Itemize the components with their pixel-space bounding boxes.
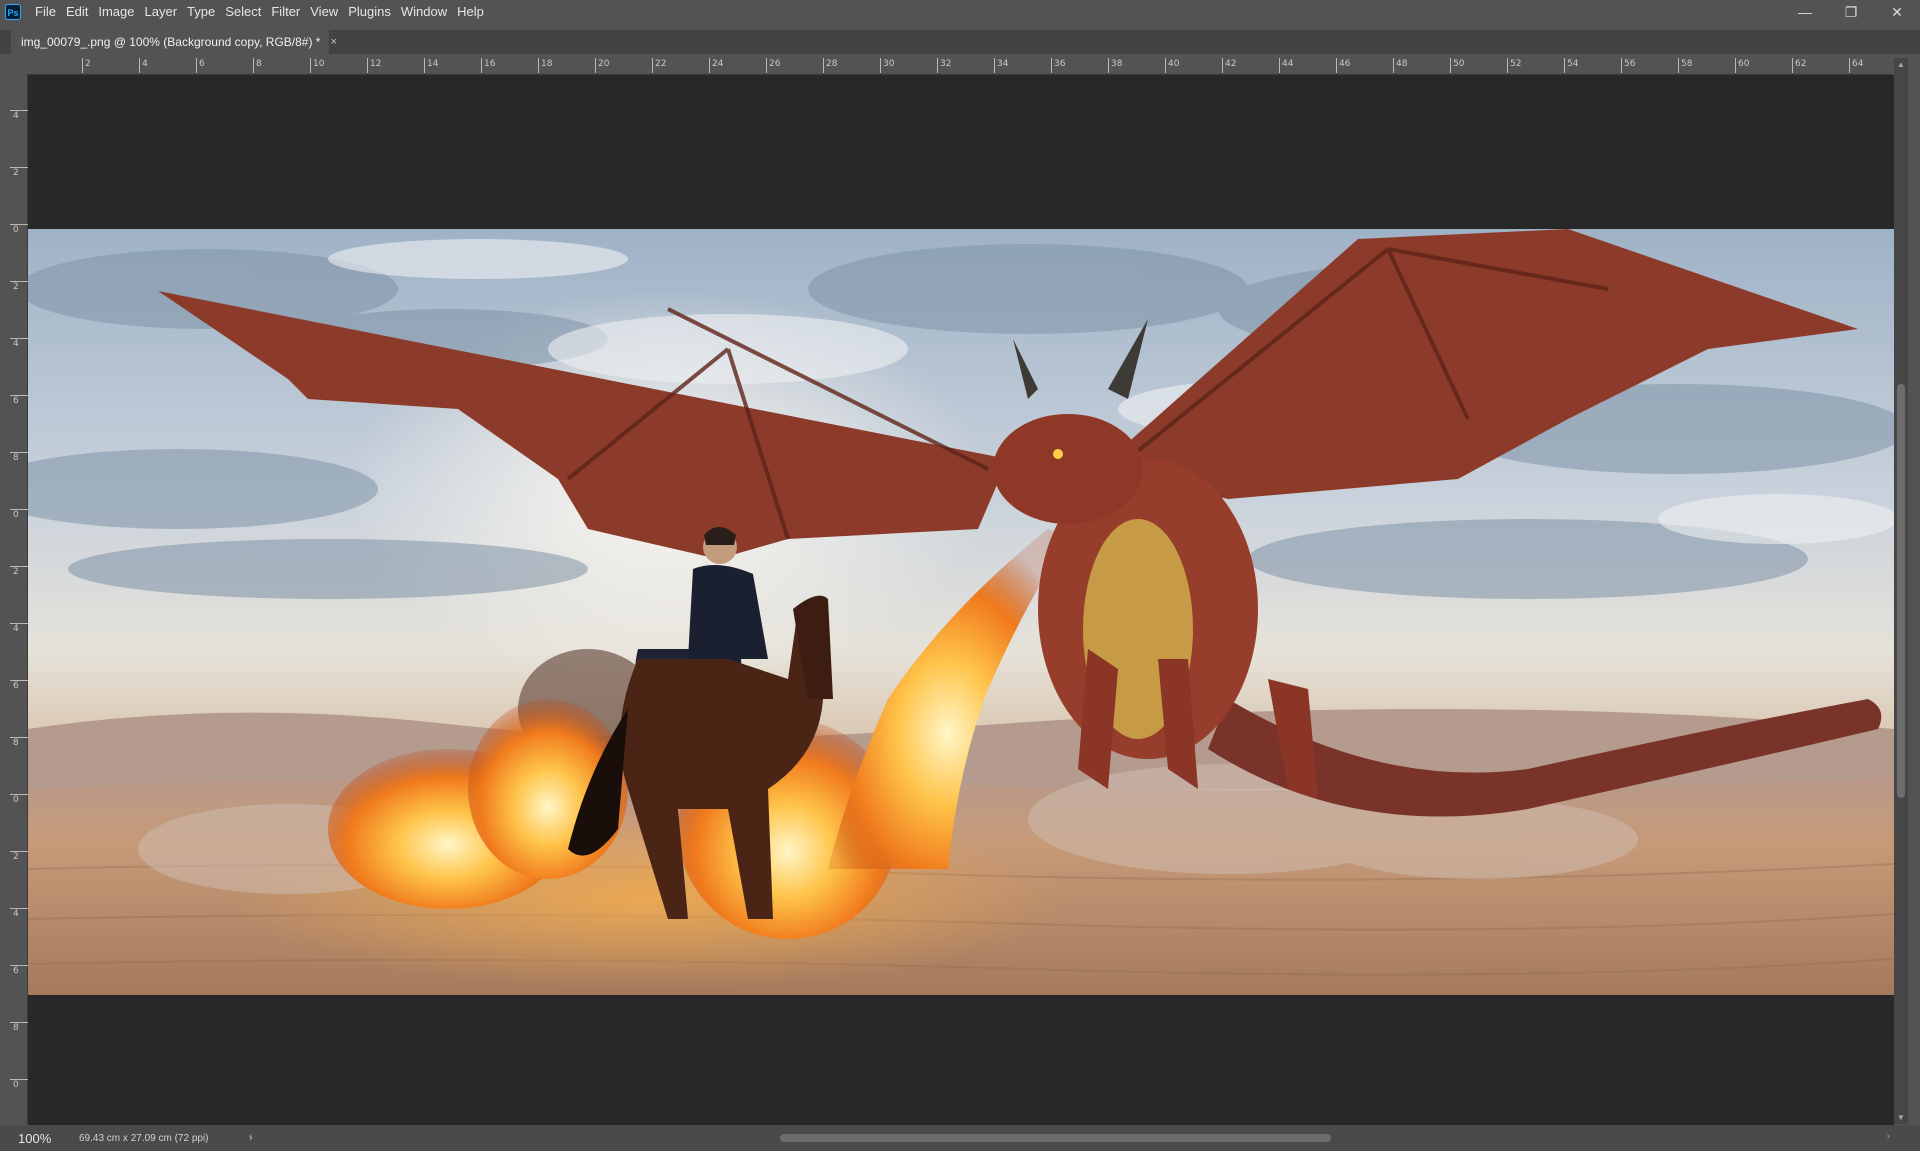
ruler-tick-label: 2 [10,167,29,178]
ruler-tick-label: 14 [424,58,438,73]
menu-plugins[interactable]: Plugins [343,0,396,24]
ruler-tick-label: 4 [10,338,29,349]
menu-type[interactable]: Type [182,0,220,24]
menu-layer[interactable]: Layer [140,0,183,24]
ruler-tick-label: 30 [880,58,894,73]
scroll-up-arrow-icon[interactable]: ▲ [1894,60,1908,69]
ruler-tick-label: 8 [10,452,29,463]
dragon-rider-artwork [28,229,1894,995]
ruler-tick-label: 10 [310,58,324,73]
ruler-tick-label: 4 [139,58,148,73]
ruler-tick-label: 4 [10,110,29,121]
ruler-tick-label: 12 [367,58,381,73]
ruler-tick-label: 2 [10,566,29,577]
ruler-tick-label: 64 [1849,58,1863,73]
window-controls: — ❐ ✕ [1782,0,1920,24]
ruler-tick-label: 36 [1051,58,1065,73]
document-tab-title[interactable]: img_00079_.png @ 100% (Background copy, … [11,35,320,49]
scroll-right-arrow-icon[interactable]: › [1887,1131,1890,1142]
ruler-tick-label: 32 [937,58,951,73]
ruler-tick-label: 4 [10,908,29,919]
ruler-tick-label: 6 [10,680,29,691]
ruler-tick-label: 54 [1564,58,1578,73]
ruler-tick-label: 62 [1792,58,1806,73]
ruler-tick-label: 6 [196,58,205,73]
horizontal-scrollbar-thumb[interactable] [780,1134,1331,1142]
ruler-tick-label: 0 [10,1079,29,1090]
ruler-tick-label: 34 [994,58,1008,73]
menu-view[interactable]: View [305,0,343,24]
close-tab-icon[interactable]: × [330,36,336,48]
ruler-tick-label: 8 [253,58,262,73]
vertical-scrollbar-thumb[interactable] [1897,384,1905,798]
ruler-tick-label: 8 [10,737,29,748]
ruler-tick-label: 40 [1165,58,1179,73]
ruler-tick-label: 0 [10,509,29,520]
ruler-tick-label: 2 [82,58,91,73]
ruler-tick-label: 56 [1621,58,1635,73]
ruler-tick-label: 24 [709,58,723,73]
ruler-tick-label: 0 [10,794,29,805]
ruler-tick-label: 38 [1108,58,1122,73]
ruler-tick-label: 48 [1393,58,1407,73]
zoom-level[interactable]: 100% [18,1131,76,1146]
ruler-tick-label: 42 [1222,58,1236,73]
menu-file[interactable]: File [30,0,61,24]
ruler-tick-label: 58 [1678,58,1692,73]
ruler-tick-label: 6 [10,395,29,406]
menu-select[interactable]: Select [220,0,266,24]
menu-help[interactable]: Help [452,0,489,24]
ruler-tick-label: 26 [766,58,780,73]
restore-button[interactable]: ❐ [1828,0,1874,24]
ruler-tick-label: 20 [595,58,609,73]
menu-bar: Ps File Edit Image Layer Type Select Fil… [0,0,1920,24]
document-tab[interactable]: img_00079_.png @ 100% (Background copy, … [11,30,337,54]
ruler-tick-label: 2 [10,281,29,292]
photoshop-logo-icon[interactable]: Ps [5,4,21,20]
menu-image[interactable]: Image [93,0,139,24]
ruler-tick-label: 0 [10,224,29,235]
ruler-tick-label: 4 [10,623,29,634]
ruler-tick-label: 2 [10,851,29,862]
menu-edit[interactable]: Edit [61,0,93,24]
ruler-tick-label: 16 [481,58,495,73]
ruler-tick-label: 6 [10,965,29,976]
vertical-scrollbar[interactable]: ▲ ▼ [1894,58,1908,1124]
ruler-tick-label: 28 [823,58,837,73]
ruler-origin[interactable] [10,58,29,75]
menu-filter[interactable]: Filter [266,0,305,24]
ruler-tick-label: 44 [1279,58,1293,73]
status-bar: 100% 69.43 cm x 27.09 cm (72 ppi) › ‹ › [0,1125,1920,1151]
scroll-left-arrow-icon[interactable]: ‹ [249,1131,252,1142]
ruler-tick-label: 18 [538,58,552,73]
document-tab-bar: img_00079_.png @ 100% (Background copy, … [0,30,1920,54]
scroll-down-arrow-icon[interactable]: ▼ [1894,1113,1908,1122]
ruler-tick-label: 8 [10,1022,29,1033]
horizontal-scrollbar[interactable]: ‹ › [247,1131,1892,1144]
horizontal-ruler[interactable]: 2 4 6 8 10 12 14 16 18 20 22 24 26 28 30 32 34 36 38 40 42 44… [28,58,1892,75]
document-info[interactable]: 69.43 cm x 27.09 cm (72 ppi) [79,1133,229,1144]
ruler-tick-label: 52 [1507,58,1521,73]
ruler-tick-label: 22 [652,58,666,73]
ruler-tick-label: 46 [1336,58,1350,73]
close-button[interactable]: ✕ [1874,0,1920,24]
ruler-tick-label: 50 [1450,58,1464,73]
minimize-button[interactable]: — [1782,0,1828,24]
menu-window[interactable]: Window [396,0,452,24]
vertical-ruler[interactable]: 4 2 0 2 4 6 8 0 2 4 6 8 0 2 4 6 8 0 [10,74,29,1124]
document-image[interactable] [28,229,1894,995]
ruler-tick-label: 60 [1735,58,1749,73]
canvas-area[interactable] [28,75,1894,1125]
